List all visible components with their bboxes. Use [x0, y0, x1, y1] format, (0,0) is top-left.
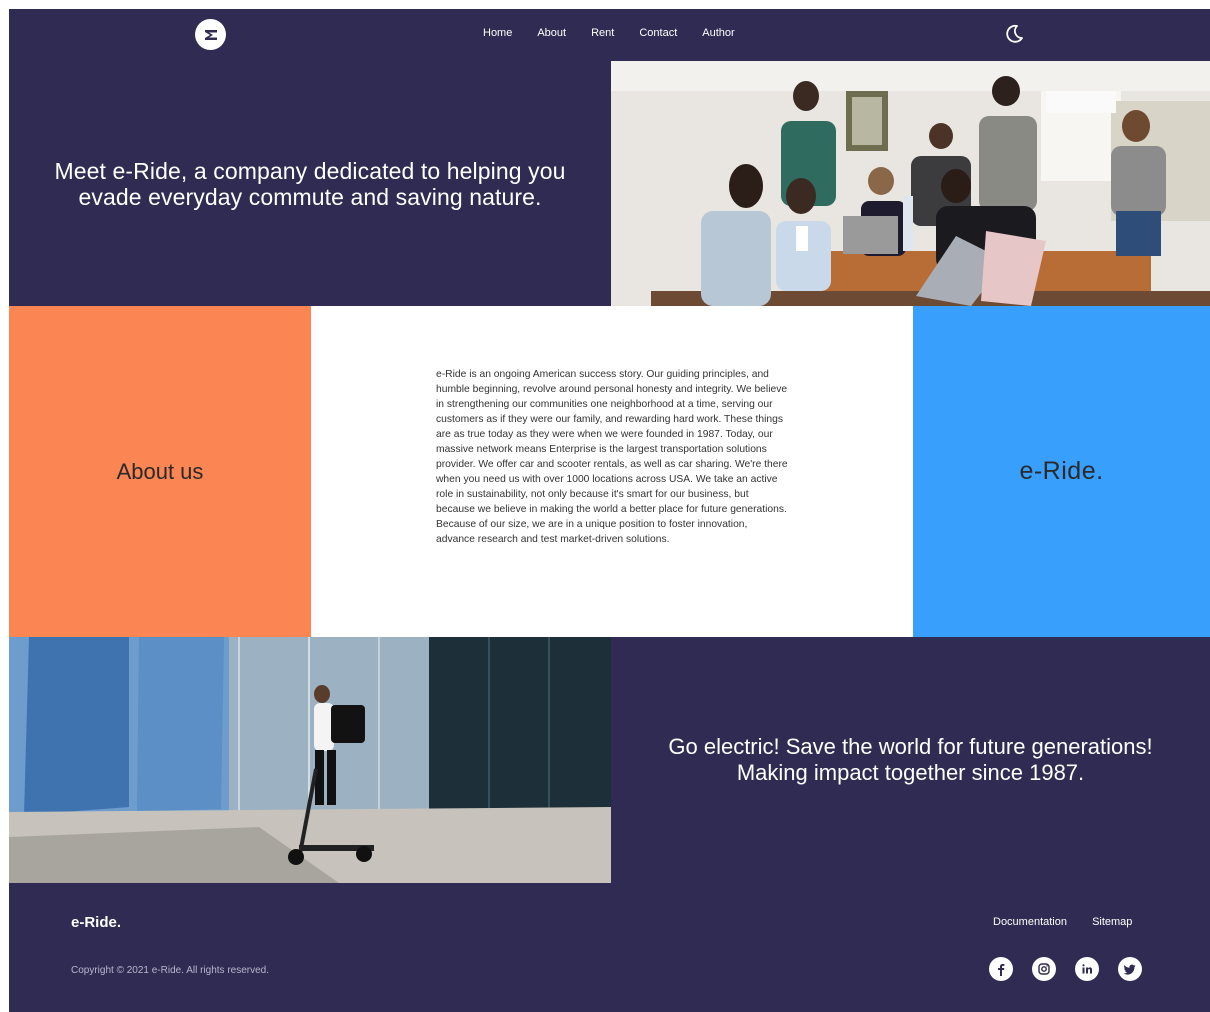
- linkedin-button[interactable]: [1075, 957, 1099, 981]
- linkedin-icon: [1082, 964, 1092, 974]
- footer-brand: e-Ride.: [71, 914, 122, 931]
- nav-link-home[interactable]: Home: [483, 27, 512, 39]
- team-photo-illustration: [611, 61, 1210, 306]
- page: Home About Rent Contact Author Meet e-Ri…: [9, 9, 1210, 1012]
- scooter-photo: [9, 637, 611, 883]
- about-body-panel: e-Ride is an ongoing American success st…: [311, 306, 913, 637]
- footer-link-sitemap[interactable]: Sitemap: [1092, 916, 1132, 928]
- scooter-photo-illustration: [9, 637, 611, 883]
- hero-team-photo: [611, 61, 1210, 306]
- hero-title: Meet e-Ride, a company dedicated to help…: [54, 157, 566, 210]
- about-heading: About us: [116, 458, 204, 484]
- nav-link-rent[interactable]: Rent: [591, 27, 614, 39]
- e-ride-logo-icon: [204, 29, 217, 40]
- logo-button[interactable]: [195, 19, 226, 50]
- facebook-button[interactable]: [989, 957, 1013, 981]
- nav-link-contact[interactable]: Contact: [639, 27, 677, 39]
- nav-link-author[interactable]: Author: [702, 27, 734, 39]
- hero-section: Meet e-Ride, a company dedicated to help…: [9, 61, 1210, 306]
- electric-tagline-line1: Go electric! Save the world for future g…: [668, 734, 1153, 759]
- hero-text-panel: Meet e-Ride, a company dedicated to help…: [9, 61, 611, 306]
- electric-text-panel: Go electric! Save the world for future g…: [611, 637, 1210, 883]
- instagram-button[interactable]: [1032, 957, 1056, 981]
- main-menu: Home About Rent Contact Author: [483, 27, 760, 39]
- footer: e-Ride. Copyright © 2021 e-Ride. All rig…: [9, 883, 1210, 1012]
- facebook-icon: [998, 964, 1005, 976]
- twitter-icon: [1123, 964, 1136, 975]
- social-links: [989, 957, 1142, 981]
- electric-tagline: Go electric! Save the world for future g…: [668, 734, 1152, 786]
- footer-links: Documentation Sitemap: [993, 916, 1154, 928]
- about-section: About us e-Ride is an ongoing American s…: [9, 306, 1210, 637]
- nav-link-about[interactable]: About: [537, 27, 566, 39]
- about-brand: e-Ride.: [1019, 457, 1104, 485]
- electric-section: Go electric! Save the world for future g…: [9, 637, 1210, 883]
- about-body-text: e-Ride is an ongoing American success st…: [436, 369, 788, 545]
- electric-tagline-line2: Making impact together since 1987.: [736, 760, 1085, 785]
- footer-copyright: Copyright © 2021 e-Ride. All rights rese…: [71, 965, 270, 976]
- about-heading-panel: About us: [9, 306, 311, 637]
- footer-link-documentation[interactable]: Documentation: [993, 916, 1067, 928]
- instagram-icon: [1038, 963, 1050, 975]
- twitter-button[interactable]: [1118, 957, 1142, 981]
- moon-icon[interactable]: [1003, 23, 1025, 45]
- about-brand-panel: e-Ride.: [913, 306, 1210, 637]
- top-nav: Home About Rent Contact Author: [9, 9, 1210, 61]
